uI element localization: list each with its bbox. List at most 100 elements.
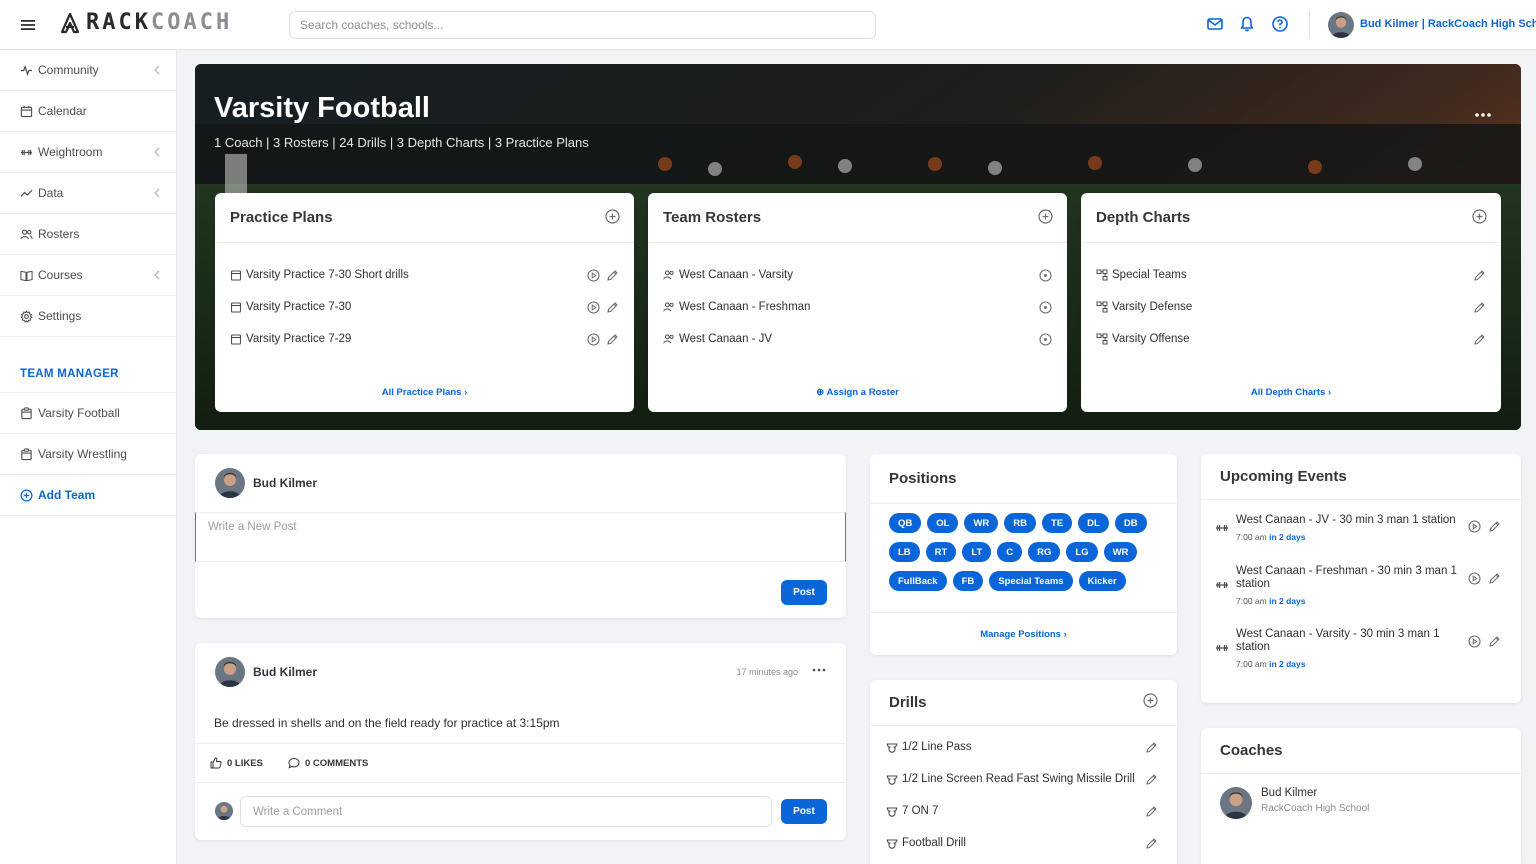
position-chip[interactable]: QB bbox=[889, 513, 922, 533]
list-item[interactable]: West Canaan - JV bbox=[648, 323, 1067, 355]
sidebar-item-settings[interactable]: Settings bbox=[0, 296, 176, 337]
edit-pencil-icon[interactable] bbox=[606, 301, 619, 314]
edit-pencil-icon[interactable] bbox=[1145, 805, 1158, 818]
list-item[interactable]: West Canaan - Freshman bbox=[648, 291, 1067, 323]
position-chip[interactable]: LT bbox=[962, 542, 992, 562]
sidebar-item-calendar[interactable]: Calendar bbox=[0, 91, 176, 132]
app-logo[interactable]: RACKCOACH bbox=[60, 10, 232, 35]
position-chip[interactable]: DB bbox=[1114, 513, 1147, 533]
sidebar-item-weightroom[interactable]: Weightroom bbox=[0, 132, 176, 173]
card-title: Team Rosters bbox=[663, 209, 762, 226]
sidebar-item-rosters[interactable]: Rosters bbox=[0, 214, 176, 255]
remove-circle-icon[interactable] bbox=[1039, 333, 1052, 346]
position-chip[interactable]: LG bbox=[1066, 542, 1098, 562]
edit-pencil-icon[interactable] bbox=[1145, 773, 1158, 786]
add-practice-plan-icon[interactable] bbox=[605, 209, 620, 224]
avatar[interactable] bbox=[1328, 12, 1354, 38]
like-button[interactable]: 0 LIKES bbox=[210, 757, 263, 769]
help-icon[interactable] bbox=[1271, 15, 1289, 33]
post-button[interactable]: Post bbox=[781, 580, 827, 605]
manage-positions-link[interactable]: Manage Positions › bbox=[870, 612, 1177, 655]
position-chip[interactable]: RB bbox=[1004, 513, 1037, 533]
list-item[interactable]: Football Drill bbox=[870, 827, 1177, 859]
add-depth-chart-icon[interactable] bbox=[1472, 209, 1487, 224]
remove-circle-icon[interactable] bbox=[1039, 269, 1052, 282]
list-item[interactable]: Varsity Practice 7-30 Short drills bbox=[215, 259, 634, 291]
position-chip[interactable]: WR bbox=[1103, 542, 1138, 562]
position-chip[interactable]: FB bbox=[952, 571, 984, 591]
author-name: Bud Kilmer bbox=[253, 476, 318, 490]
position-chip[interactable]: WR bbox=[964, 513, 999, 533]
all-practice-plans-link[interactable]: All Practice Plans › bbox=[215, 387, 634, 398]
search-input[interactable] bbox=[289, 11, 876, 39]
position-chip[interactable]: OL bbox=[927, 513, 959, 533]
assign-roster-link[interactable]: ⊕ Assign a Roster bbox=[648, 387, 1067, 398]
position-chip[interactable]: RT bbox=[925, 542, 957, 562]
add-drill-icon[interactable] bbox=[1143, 693, 1158, 708]
add-roster-icon[interactable] bbox=[1038, 209, 1053, 224]
link-label: All Depth Charts bbox=[1250, 387, 1326, 398]
position-chip[interactable]: FullBack bbox=[889, 571, 947, 591]
mail-icon[interactable] bbox=[1206, 15, 1224, 33]
new-post-card: Bud Kilmer Post bbox=[195, 454, 846, 618]
play-icon[interactable] bbox=[1468, 635, 1481, 648]
list-item-label: Varsity Practice 7-29 bbox=[246, 333, 352, 345]
comment-input[interactable] bbox=[240, 796, 772, 827]
position-chip[interactable]: Kicker bbox=[1078, 571, 1126, 591]
list-item[interactable]: 1/2 Line Screen Read Fast Swing Missile … bbox=[870, 763, 1177, 795]
edit-pencil-icon[interactable] bbox=[1473, 301, 1486, 314]
edit-pencil-icon[interactable] bbox=[1145, 837, 1158, 850]
list-item[interactable]: Varsity Practice 7-29 bbox=[215, 323, 634, 355]
event-item[interactable]: West Canaan - Freshman - 30 min 3 man 1 … bbox=[1201, 565, 1521, 625]
edit-pencil-icon[interactable] bbox=[1473, 269, 1486, 282]
list-item[interactable]: 7 ON 7 bbox=[870, 795, 1177, 827]
play-icon[interactable] bbox=[1468, 572, 1481, 585]
new-post-input[interactable] bbox=[195, 512, 846, 562]
position-chip[interactable]: RG bbox=[1028, 542, 1061, 562]
play-icon[interactable] bbox=[1468, 520, 1481, 533]
menu-icon[interactable] bbox=[20, 17, 36, 33]
comment-button[interactable]: 0 COMMENTS bbox=[288, 757, 368, 769]
position-chip[interactable]: Special Teams bbox=[989, 571, 1073, 591]
list-item[interactable]: 1/2 Line Pass bbox=[870, 731, 1177, 763]
remove-circle-icon[interactable] bbox=[1039, 301, 1052, 314]
position-chip[interactable]: C bbox=[997, 542, 1023, 562]
user-menu[interactable]: Bud Kilmer | RackCoach High School bbox=[1360, 18, 1536, 30]
add-team-button[interactable]: Add Team bbox=[0, 475, 176, 516]
sidebar-item-varsity-wrestling[interactable]: Varsity Wrestling bbox=[0, 434, 176, 475]
list-item[interactable]: Special Teams bbox=[1081, 259, 1501, 291]
sidebar-item-courses[interactable]: Courses bbox=[0, 255, 176, 296]
whistle-icon bbox=[886, 743, 898, 753]
play-icon[interactable] bbox=[587, 301, 600, 314]
position-chip[interactable]: DL bbox=[1078, 513, 1109, 533]
edit-pencil-icon[interactable] bbox=[1145, 741, 1158, 754]
list-item[interactable]: Varsity Defense bbox=[1081, 291, 1501, 323]
card-title: Depth Charts bbox=[1096, 209, 1191, 226]
edit-pencil-icon[interactable] bbox=[1488, 635, 1501, 648]
dumbbell-icon bbox=[20, 149, 33, 155]
list-item[interactable]: Varsity Offense bbox=[1081, 323, 1501, 355]
bell-icon[interactable] bbox=[1238, 15, 1256, 33]
list-item[interactable]: West Canaan - Varsity bbox=[648, 259, 1067, 291]
edit-pencil-icon[interactable] bbox=[1488, 520, 1501, 533]
coach-item[interactable]: Bud Kilmer RackCoach High School bbox=[1220, 787, 1369, 819]
event-item[interactable]: West Canaan - Varsity - 30 min 3 man 1 s… bbox=[1201, 628, 1521, 688]
more-options-icon[interactable] bbox=[812, 667, 826, 673]
edit-pencil-icon[interactable] bbox=[1488, 572, 1501, 585]
edit-pencil-icon[interactable] bbox=[606, 269, 619, 282]
position-chip[interactable]: TE bbox=[1042, 513, 1073, 533]
sidebar-item-community[interactable]: Community bbox=[0, 50, 176, 91]
sidebar-item-varsity-football[interactable]: Varsity Football bbox=[0, 393, 176, 434]
clipboard-icon bbox=[21, 406, 32, 419]
list-item[interactable]: Varsity Practice 7-30 bbox=[215, 291, 634, 323]
chevron-left-icon bbox=[154, 65, 160, 75]
more-options-icon[interactable] bbox=[1473, 110, 1493, 120]
position-chip[interactable]: LB bbox=[889, 542, 920, 562]
edit-pencil-icon[interactable] bbox=[606, 333, 619, 346]
sidebar-item-data[interactable]: Data bbox=[0, 173, 176, 214]
play-icon[interactable] bbox=[587, 333, 600, 346]
post-comment-button[interactable]: Post bbox=[781, 799, 827, 824]
play-icon[interactable] bbox=[587, 269, 600, 282]
edit-pencil-icon[interactable] bbox=[1473, 333, 1486, 346]
all-depth-charts-link[interactable]: All Depth Charts › bbox=[1081, 387, 1501, 398]
